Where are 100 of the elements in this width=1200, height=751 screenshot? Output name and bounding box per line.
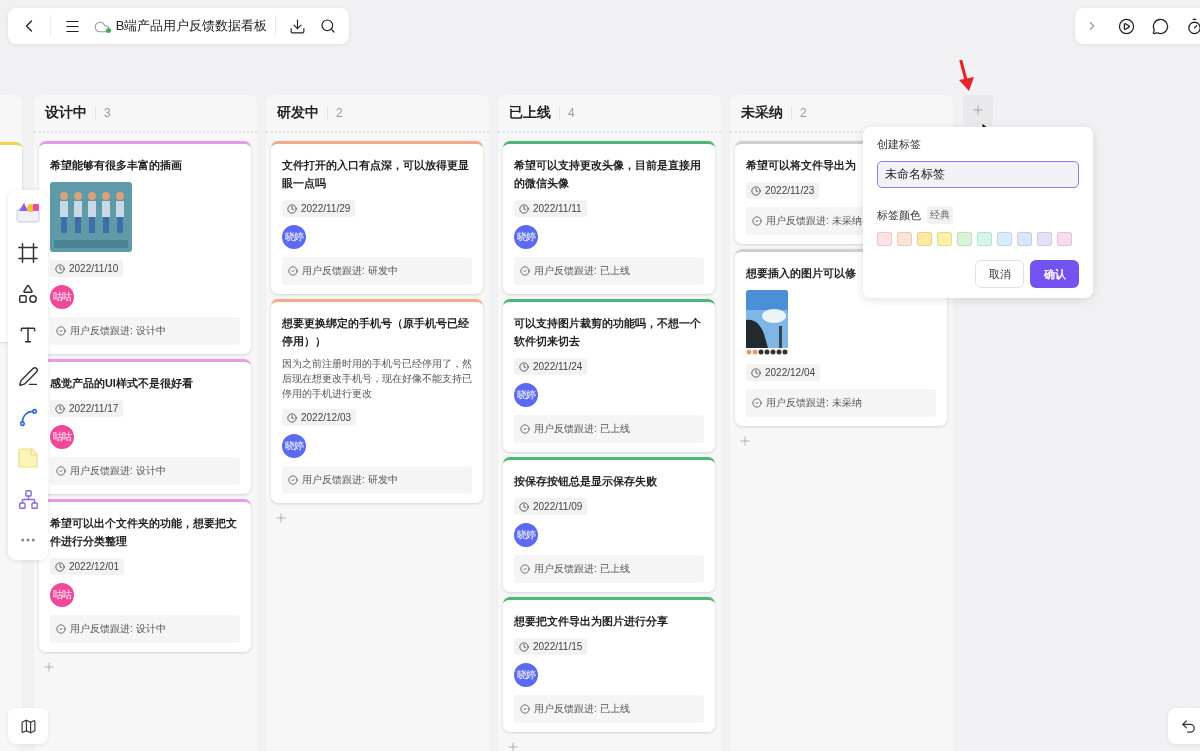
check-circle-icon bbox=[56, 624, 66, 634]
card-count: 2 bbox=[791, 106, 807, 120]
clock-icon bbox=[751, 367, 761, 378]
color-swatch[interactable] bbox=[877, 232, 892, 246]
assignee-avatar: 咕咕 bbox=[50, 425, 74, 449]
feedback-card[interactable]: 文件打开的入口有点深，可以放得更显眼一点吗 2022/11/29 晓婷 用户反馈跟进: 研发中 bbox=[271, 141, 483, 294]
status-field: 用户反馈跟进: 研发中 bbox=[282, 257, 472, 285]
add-card-button[interactable] bbox=[738, 434, 752, 448]
check-circle-icon bbox=[56, 326, 66, 336]
feedback-card[interactable]: 想要把文件导出为图片进行分享 2022/11/15 晓婷 用户反馈跟进: 已上线 bbox=[503, 597, 715, 732]
color-swatch[interactable] bbox=[957, 232, 972, 246]
card-title: 想要插入的图片可以修 bbox=[746, 266, 856, 281]
date-tag: 2022/12/03 bbox=[282, 409, 357, 426]
tag-color-label: 标签颜色 bbox=[877, 207, 921, 223]
cloud-icon bbox=[93, 19, 110, 33]
undo-button[interactable] bbox=[1168, 708, 1200, 744]
clock-icon bbox=[55, 403, 65, 414]
assignee-avatar: 晓婷 bbox=[514, 225, 538, 249]
minimap-button[interactable] bbox=[8, 708, 48, 744]
color-swatch[interactable] bbox=[937, 232, 952, 246]
status-field: 用户反馈跟进: 已上线 bbox=[514, 415, 704, 443]
assignee-avatar: 晓婷 bbox=[514, 523, 538, 547]
color-swatch[interactable] bbox=[897, 232, 912, 246]
card-title: 希望能够有很多丰富的插画 bbox=[50, 158, 182, 173]
card-count: 4 bbox=[559, 106, 575, 120]
document-title: B端产品用户反馈数据看板 bbox=[115, 17, 268, 35]
clock-icon bbox=[519, 203, 529, 214]
check-circle-icon bbox=[288, 266, 298, 276]
status-field: 用户反馈跟进: 已上线 bbox=[514, 555, 704, 583]
check-circle-icon bbox=[752, 398, 762, 408]
card-title: 文件打开的入口有点深，可以放得更显眼一点吗 bbox=[282, 158, 470, 191]
card-title: 可以支持图片裁剪的功能吗，不想一个软件切来切去 bbox=[514, 316, 702, 349]
status-field: 用户反馈跟进: 研发中 bbox=[282, 466, 472, 494]
date-tag: 2022/11/24 bbox=[514, 358, 588, 375]
column-title: 未采纳 bbox=[741, 104, 783, 122]
feedback-card[interactable]: 希望可以支持更改头像，目前是直接用的微信头像 2022/11/11 晓婷 用户反馈跟进: 已上线 bbox=[503, 141, 715, 294]
feedback-card[interactable]: 可以支持图片裁剪的功能吗，不想一个软件切来切去 2022/11/24 晓婷 用户反馈跟进: 已上线 bbox=[503, 299, 715, 452]
feedback-card[interactable]: 按保存按钮总是显示保存失败 2022/11/09 晓婷 用户反馈跟进: 已上线 bbox=[503, 457, 715, 592]
date-tag: 2022/12/01 bbox=[50, 558, 125, 575]
clock-icon bbox=[287, 412, 297, 423]
date-tag: 2022/11/15 bbox=[514, 638, 588, 655]
date-tag: 2022/11/09 bbox=[514, 498, 588, 515]
check-circle-icon bbox=[520, 266, 530, 276]
clock-icon bbox=[751, 185, 761, 196]
card-count: 2 bbox=[327, 106, 343, 120]
cancel-button[interactable]: 取消 bbox=[975, 260, 1024, 288]
confirm-button[interactable]: 确认 bbox=[1030, 260, 1079, 288]
clock-icon bbox=[519, 641, 529, 652]
column-title: 已上线 bbox=[509, 104, 551, 122]
color-swatch[interactable] bbox=[1017, 232, 1032, 246]
add-card-button[interactable] bbox=[42, 660, 56, 674]
add-card-button[interactable] bbox=[506, 740, 520, 751]
color-swatch[interactable] bbox=[977, 232, 992, 246]
color-swatch[interactable] bbox=[1057, 232, 1072, 246]
status-field: 用户反馈跟进: 设计中 bbox=[50, 317, 240, 345]
assignee-avatar: 咕咕 bbox=[50, 583, 74, 607]
assignee-avatar: 晓婷 bbox=[514, 663, 538, 687]
status-field: 用户反馈跟进: 已上线 bbox=[514, 257, 704, 285]
palette-badge: 经典 bbox=[927, 206, 953, 224]
card-title: 想要更换绑定的手机号（原手机号已经停用）） bbox=[282, 316, 470, 349]
add-column-button[interactable] bbox=[963, 95, 993, 125]
card-title: 希望可以将文件导出为 bbox=[746, 158, 856, 173]
check-circle-icon bbox=[520, 424, 530, 434]
status-field: 用户反馈跟进: 设计中 bbox=[50, 457, 240, 485]
feedback-card[interactable]: 想要更换绑定的手机号（原手机号已经停用）） 因为之前注册时用的手机号已经停用了，然后现在想更改手机号，现在好像不能支持已停用的手机进行更改 2022/12/03 晓婷 用户反馈跟进: 研发中 bbox=[271, 299, 483, 503]
feedback-card[interactable]: 希望可以出个文件夹的功能，想要把文件进行分类整理 2022/12/01 咕咕 用户反馈跟进: 设计中 bbox=[39, 499, 251, 652]
clock-icon bbox=[519, 501, 529, 512]
undo-icon bbox=[1179, 717, 1197, 735]
card-title: 希望可以支持更改头像，目前是直接用的微信头像 bbox=[514, 158, 702, 191]
status-field: 用户反馈跟进: 已上线 bbox=[514, 695, 704, 723]
column-title: 设计中 bbox=[45, 104, 87, 122]
date-tag: 2022/11/23 bbox=[746, 182, 820, 199]
assignee-avatar: 晓婷 bbox=[282, 225, 306, 249]
feedback-card[interactable]: 希望能够有很多丰富的插画 2022/11/10 咕咕 用户反馈跟进: 设计中 bbox=[39, 141, 251, 354]
clock-icon bbox=[287, 203, 297, 214]
date-tag: 2022/11/10 bbox=[50, 260, 124, 277]
status-field: 用户反馈跟进: 设计中 bbox=[50, 615, 240, 643]
card-description: 因为之前注册时用的手机号已经停用了，然后现在想更改手机号，现在好像不能支持已停用的手机进行更改 bbox=[282, 357, 472, 401]
column-title: 研发中 bbox=[277, 104, 319, 122]
clock-icon bbox=[519, 361, 529, 372]
assignee-avatar: 晓婷 bbox=[514, 383, 538, 407]
date-tag: 2022/11/17 bbox=[50, 400, 124, 417]
check-circle-icon bbox=[288, 475, 298, 485]
date-tag: 2022/11/11 bbox=[514, 200, 587, 217]
color-swatch[interactable] bbox=[997, 232, 1012, 246]
color-swatch[interactable] bbox=[1037, 232, 1052, 246]
tag-name-field[interactable]: 未命名标签 bbox=[877, 161, 1079, 188]
assignee-avatar: 咕咕 bbox=[50, 285, 74, 309]
check-circle-icon bbox=[752, 216, 762, 226]
card-title: 感觉产品的UI样式不是很好看 bbox=[50, 376, 193, 391]
date-tag: 2022/12/04 bbox=[746, 364, 821, 381]
color-swatch[interactable] bbox=[917, 232, 932, 246]
assignee-avatar: 晓婷 bbox=[282, 434, 306, 458]
check-circle-icon bbox=[520, 704, 530, 714]
map-icon bbox=[19, 717, 37, 735]
card-title: 想要把文件导出为图片进行分享 bbox=[514, 614, 668, 629]
add-card-button[interactable] bbox=[274, 511, 288, 525]
plus-icon bbox=[971, 103, 985, 117]
check-circle-icon bbox=[520, 564, 530, 574]
card-title: 希望可以出个文件夹的功能，想要把文件进行分类整理 bbox=[50, 516, 238, 549]
